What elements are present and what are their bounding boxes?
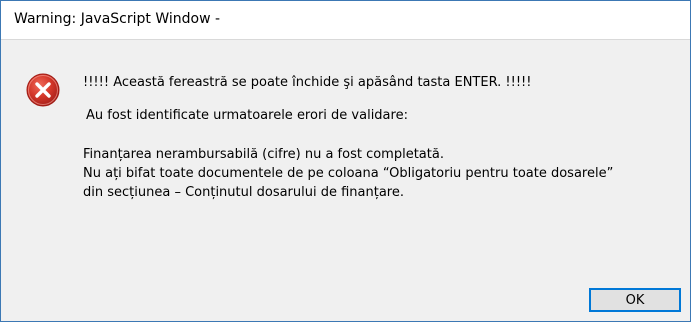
message-intro: Au fost identificate urmatoarele erori d…	[86, 108, 408, 123]
message-body: !!!!! Această fereastră se poate închide…	[83, 73, 683, 202]
window-title: Warning: JavaScript Window -	[14, 11, 221, 27]
title-bar[interactable]: Warning: JavaScript Window -	[1, 1, 690, 40]
ok-button[interactable]: OK	[589, 288, 681, 312]
error-line: Nu ați bifat toate documentele de pe col…	[83, 166, 614, 181]
error-icon	[26, 73, 60, 107]
warning-dialog: Warning: JavaScript Window - !!!!! Aceas…	[0, 0, 691, 322]
message-headline: !!!!! Această fereastră se poate închide…	[83, 75, 532, 90]
error-line: Finanțarea nerambursabilă (cifre) nu a f…	[83, 147, 444, 162]
dialog-content: !!!!! Această fereastră se poate închide…	[1, 40, 690, 321]
error-line: din secțiunea – Conținutul dosarului de …	[83, 185, 405, 200]
